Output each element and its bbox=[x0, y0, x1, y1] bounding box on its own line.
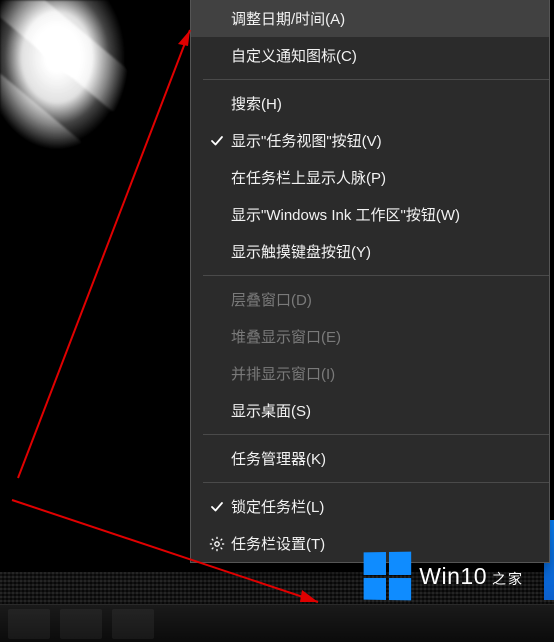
menu-item-label: 显示触摸键盘按钮(Y) bbox=[231, 241, 533, 262]
watermark: Win10 之家 bbox=[363, 552, 524, 600]
menu-item-show-desktop[interactable]: 显示桌面(S) bbox=[191, 392, 549, 429]
menu-item-lock-taskbar[interactable]: 锁定任务栏(L) bbox=[191, 488, 549, 525]
menu-item-label: 锁定任务栏(L) bbox=[231, 496, 533, 517]
menu-item-cascade-windows: 层叠窗口(D) bbox=[191, 281, 549, 318]
menu-item-label: 显示"Windows Ink 工作区"按钮(W) bbox=[231, 204, 533, 225]
menu-item-customize-notification-icons[interactable]: 自定义通知图标(C) bbox=[191, 37, 549, 74]
menu-item-side-by-side-windows: 并排显示窗口(I) bbox=[191, 355, 549, 392]
menu-item-show-ink-workspace[interactable]: 显示"Windows Ink 工作区"按钮(W) bbox=[191, 196, 549, 233]
menu-item-adjust-datetime[interactable]: 调整日期/时间(A) bbox=[191, 0, 549, 37]
menu-separator bbox=[203, 482, 549, 483]
check-icon bbox=[203, 134, 231, 148]
menu-item-label: 任务管理器(K) bbox=[231, 448, 533, 469]
taskbar[interactable] bbox=[0, 604, 554, 642]
menu-item-search[interactable]: 搜索(H) bbox=[191, 85, 549, 122]
menu-item-label: 任务栏设置(T) bbox=[231, 533, 533, 554]
watermark-brand-sub: 之家 bbox=[492, 569, 524, 589]
menu-item-show-people[interactable]: 在任务栏上显示人脉(P) bbox=[191, 159, 549, 196]
menu-item-show-taskview-button[interactable]: 显示"任务视图"按钮(V) bbox=[191, 122, 549, 159]
menu-item-label: 自定义通知图标(C) bbox=[231, 45, 533, 66]
taskbar-slot[interactable] bbox=[112, 609, 154, 639]
menu-item-stack-windows: 堆叠显示窗口(E) bbox=[191, 318, 549, 355]
menu-item-task-manager[interactable]: 任务管理器(K) bbox=[191, 440, 549, 477]
taskbar-slot[interactable] bbox=[8, 609, 50, 639]
watermark-brand-main: Win10 bbox=[419, 563, 487, 590]
menu-item-label: 搜索(H) bbox=[231, 93, 533, 114]
watermark-text: Win10 之家 bbox=[419, 563, 524, 590]
taskbar-context-menu: 调整日期/时间(A) 自定义通知图标(C) 搜索(H) 显示"任务视图"按钮(V… bbox=[190, 0, 550, 563]
menu-separator bbox=[203, 79, 549, 80]
windows-logo-icon bbox=[364, 552, 412, 601]
check-icon bbox=[203, 500, 231, 514]
menu-item-label: 堆叠显示窗口(E) bbox=[231, 326, 533, 347]
menu-separator bbox=[203, 434, 549, 435]
taskbar-slot[interactable] bbox=[60, 609, 102, 639]
menu-item-label: 在任务栏上显示人脉(P) bbox=[231, 167, 533, 188]
menu-item-label: 层叠窗口(D) bbox=[231, 289, 533, 310]
menu-item-label: 显示桌面(S) bbox=[231, 400, 533, 421]
menu-separator bbox=[203, 275, 549, 276]
menu-item-label: 调整日期/时间(A) bbox=[231, 8, 533, 29]
gear-icon bbox=[203, 536, 231, 552]
menu-item-show-touch-keyboard[interactable]: 显示触摸键盘按钮(Y) bbox=[191, 233, 549, 270]
menu-item-label: 显示"任务视图"按钮(V) bbox=[231, 130, 533, 151]
desktop-wallpaper bbox=[0, 0, 190, 572]
menu-item-label: 并排显示窗口(I) bbox=[231, 363, 533, 384]
